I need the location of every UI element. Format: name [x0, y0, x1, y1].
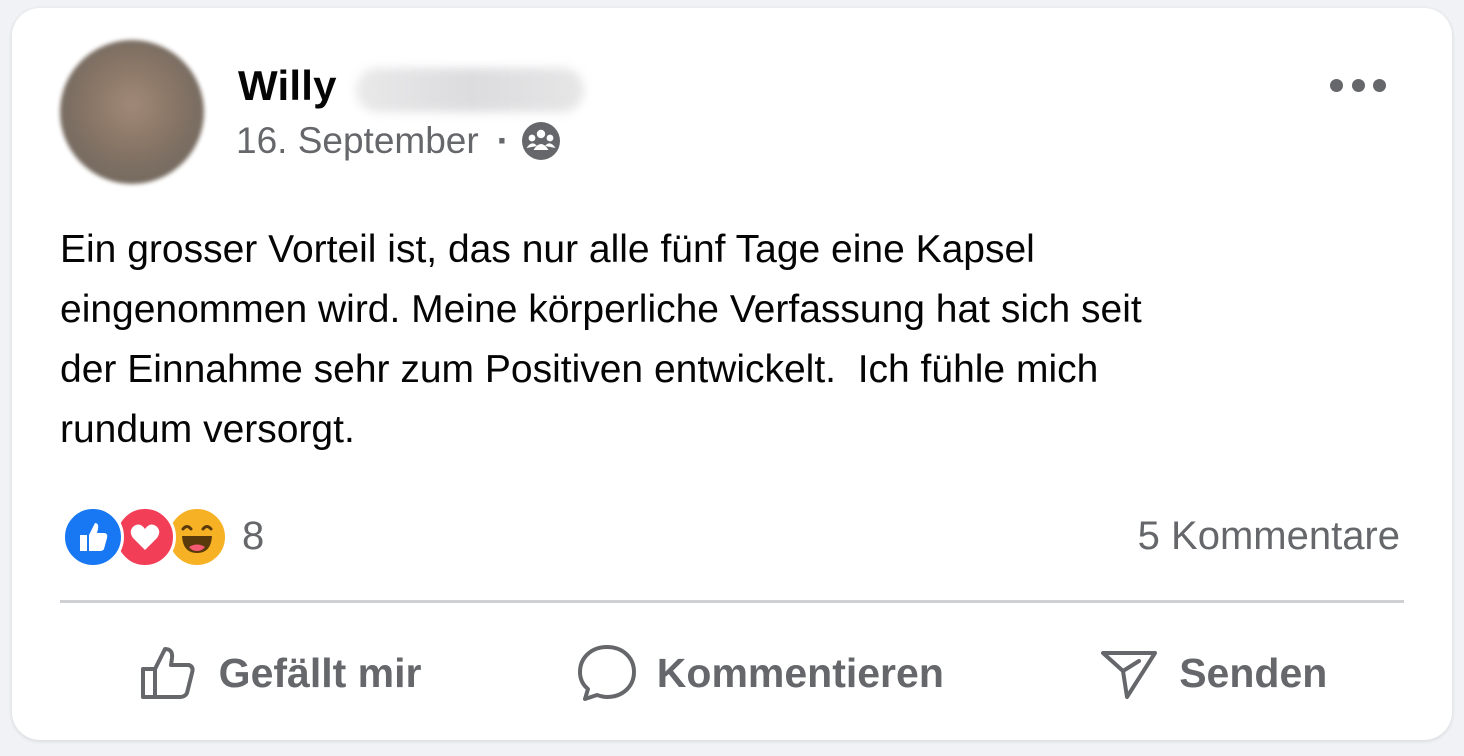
like-label: Gefällt mir	[218, 649, 422, 696]
share-button[interactable]: Senden	[1097, 641, 1327, 705]
send-icon	[1101, 651, 1158, 699]
post-date[interactable]: 16. September	[236, 120, 479, 162]
more-options-button[interactable]	[1330, 70, 1386, 100]
like-button[interactable]: Gefällt mir	[137, 641, 422, 705]
comment-button[interactable]: Kommentieren	[575, 641, 944, 705]
post-meta: 16. September ·	[236, 120, 561, 162]
author-name[interactable]: Willy	[238, 62, 337, 110]
share-label: Senden	[1179, 649, 1328, 696]
post-text: Ein grosser Vorteil ist, das nur alle fü…	[60, 228, 1142, 451]
blurred-last-name	[356, 68, 584, 112]
meta-separator: ·	[496, 120, 510, 161]
dot-icon	[1330, 78, 1343, 92]
author-avatar[interactable]	[60, 40, 204, 184]
comment-label: Kommentieren	[656, 649, 944, 696]
action-bar: Gefällt mir Kommentieren Senden	[60, 628, 1404, 718]
dot-icon	[1373, 78, 1386, 92]
comment-bubble-icon	[577, 645, 636, 701]
reaction-count[interactable]: 8	[242, 514, 264, 559]
group-icon	[522, 122, 561, 160]
divider	[60, 600, 1404, 603]
thumbs-up-icon	[140, 647, 195, 699]
like-reaction-icon	[62, 506, 124, 568]
dot-icon	[1351, 78, 1365, 92]
post-card: Willy 16. September · Ein grosser Vortei…	[12, 8, 1452, 740]
comments-count[interactable]: 5 Kommentare	[1138, 514, 1400, 559]
reaction-icons[interactable]	[62, 506, 242, 568]
